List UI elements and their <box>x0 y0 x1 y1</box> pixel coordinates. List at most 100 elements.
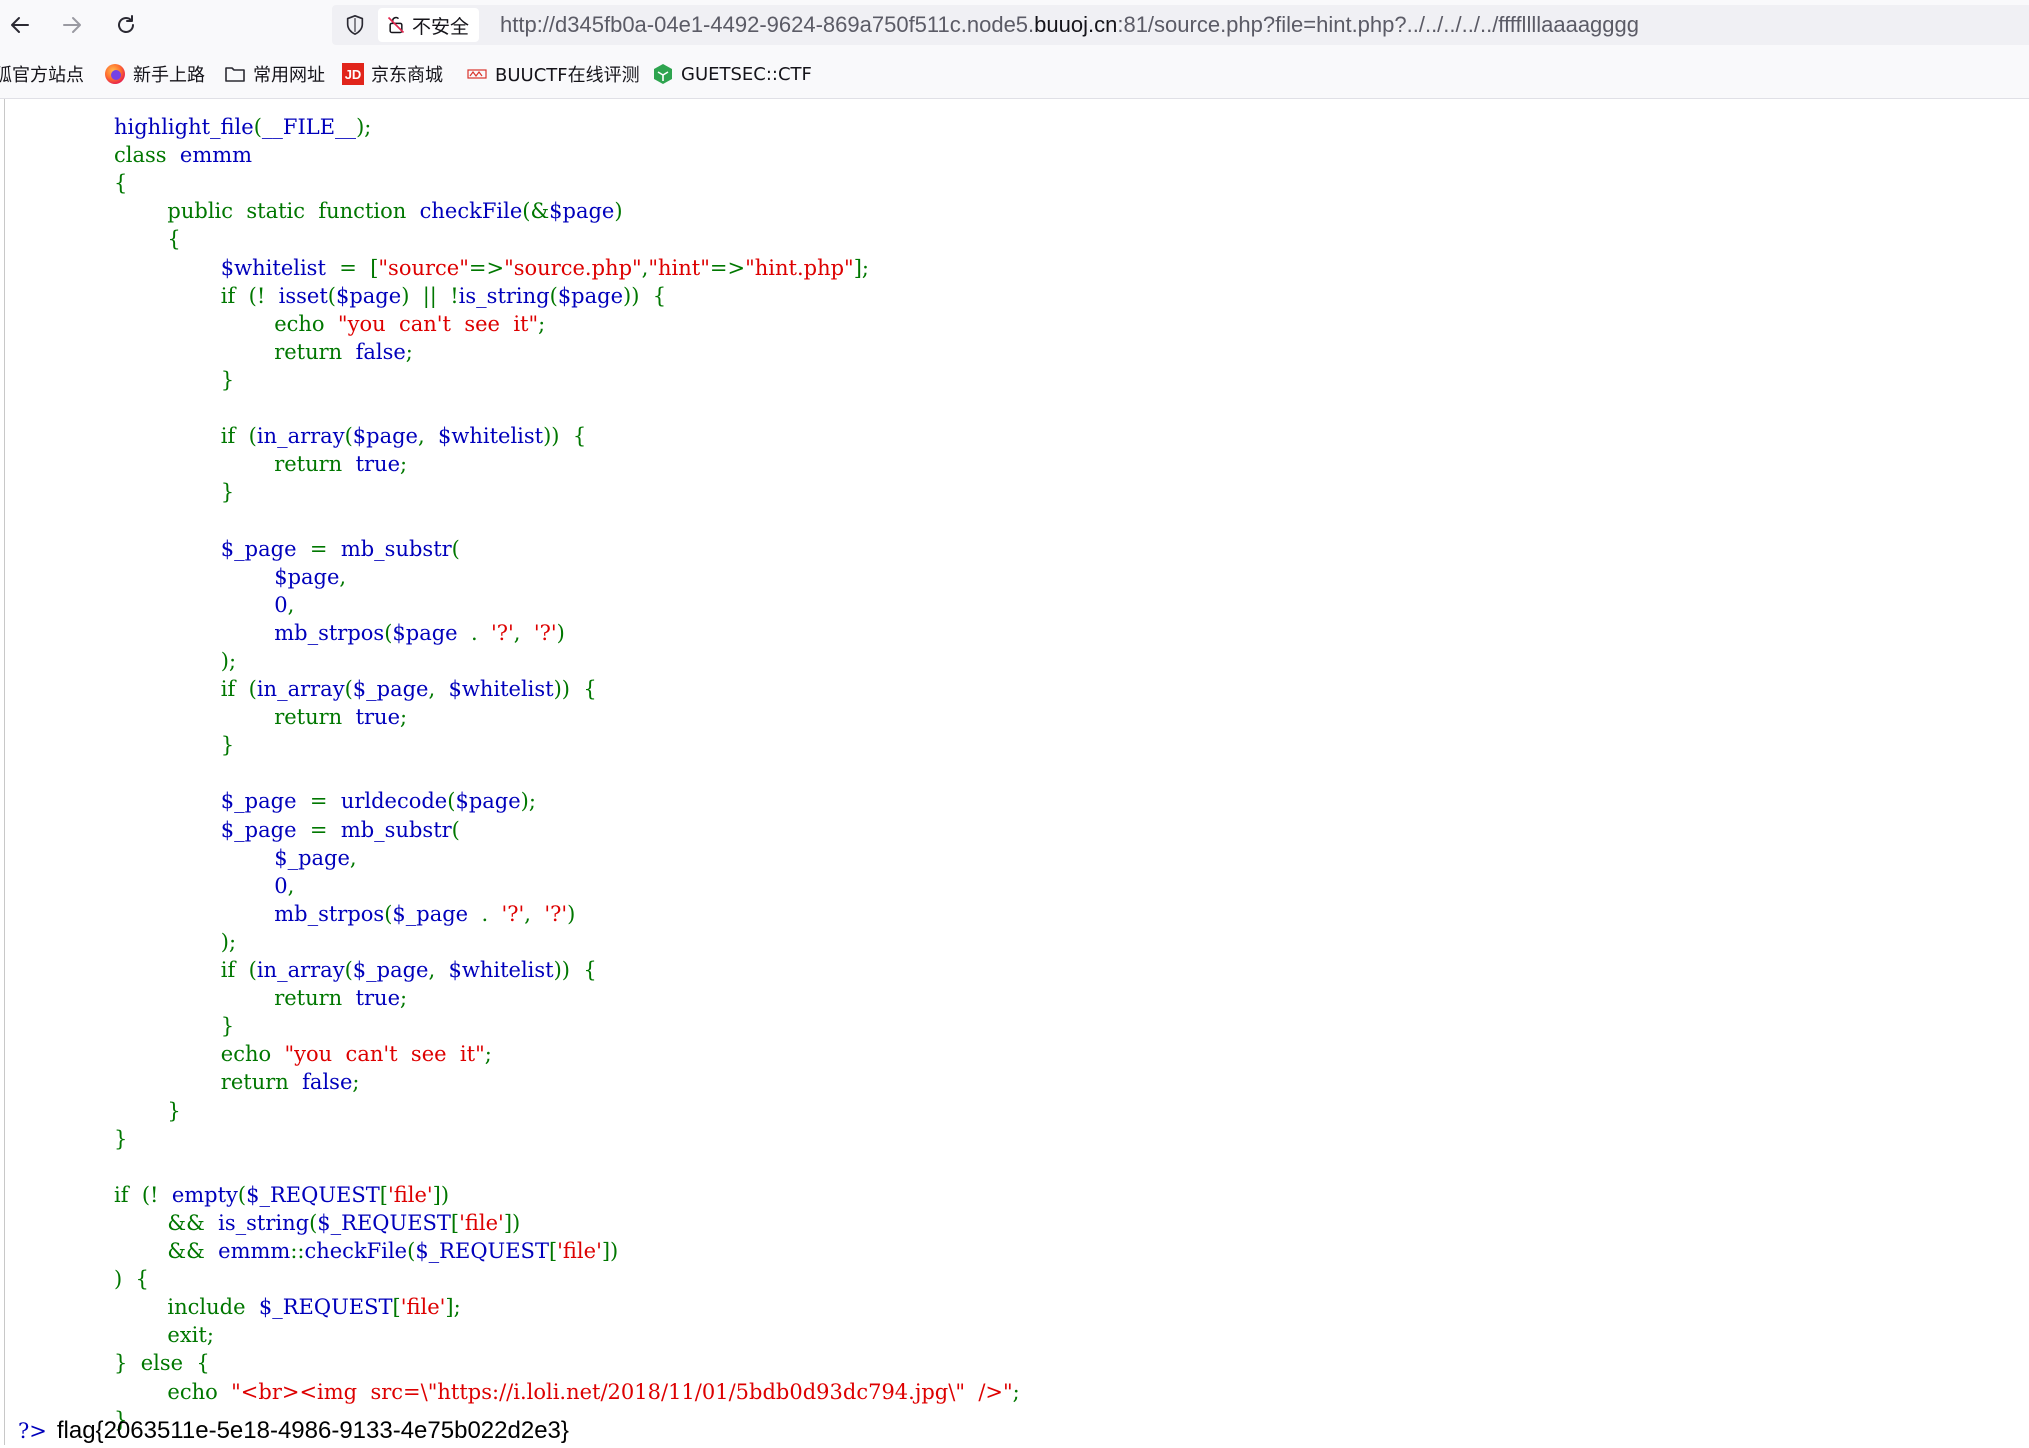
code-token: ); <box>114 648 237 673</box>
code-token: , <box>339 564 347 589</box>
code-token: } <box>114 1098 181 1123</box>
code-line: highlight_file(__FILE__); <box>114 113 371 141</box>
code-token: "hint" <box>648 255 710 280</box>
url-prefix: http://d345fb0a-04e1-4492-9624-869a750f5… <box>500 12 1035 37</box>
flag-text: flag{2063511e-5e18-4986-9133-4e75b022d2e… <box>56 1417 569 1444</box>
bookmark-item[interactable]: JD 京东商城 <box>342 62 443 86</box>
bookmark-label: 新手上路 <box>133 65 205 86</box>
code-line: echo "<br><img src=\"https://i.loli.net/… <box>114 1378 1020 1406</box>
code-token: false <box>302 1070 353 1095</box>
code-token: if (! <box>114 1182 172 1207</box>
code-token: mb_strpos <box>114 901 385 926</box>
bookmark-item[interactable]: GUETSEC::CTF <box>652 62 812 86</box>
page-content: highlight_file(__FILE__); class emmm{ pub… <box>0 99 2029 1445</box>
code-line: } <box>114 731 234 759</box>
site-security-indicator[interactable]: 不安全 <box>378 8 480 42</box>
code-line: 0, <box>114 591 294 619</box>
code-token: ) { <box>114 1267 149 1292</box>
code-token: ( <box>344 958 353 982</box>
code-line: if (! isset($page) || !is_string($page))… <box>114 282 666 310</box>
code-line: } <box>114 1097 181 1125</box>
back-button[interactable] <box>4 9 36 41</box>
code-token: mb_substr <box>340 817 452 842</box>
code-token: $_page <box>352 677 429 701</box>
firefox-icon <box>104 63 126 85</box>
code-line: $_page = mb_substr( <box>114 816 460 844</box>
code-token: emmm <box>166 143 253 168</box>
code-token: , <box>428 958 449 982</box>
reload-icon <box>118 15 134 33</box>
code-token: . <box>481 901 502 926</box>
code-token: '?' <box>533 620 557 645</box>
tracking-protection-shield-icon[interactable] <box>344 14 366 36</box>
buuctf-logo-icon <box>466 63 488 85</box>
url-text[interactable]: http://d345fb0a-04e1-4492-9624-869a750f5… <box>500 5 1639 45</box>
code-token: ( <box>451 536 460 561</box>
code-line: $_page, <box>114 844 357 872</box>
code-line: $whitelist = ["source"=>"source.php","hi… <box>114 254 869 282</box>
code-token: ; <box>484 1042 492 1067</box>
code-token: mb_substr <box>340 536 452 561</box>
code-token: ); <box>520 789 536 814</box>
code-line: return false; <box>114 1068 360 1096</box>
code-line: public static function checkFile(&$page) <box>114 197 622 225</box>
code-line: } else { <box>114 1349 210 1377</box>
code-line: echo "you can't see it"; <box>114 1040 492 1068</box>
url-suffix: :81/source.php?file=hint.php?../../../..… <box>1117 12 1639 37</box>
code-token: ( <box>451 817 460 842</box>
code-token: class <box>114 143 167 168</box>
code-token: , <box>349 845 357 870</box>
code-token: 0 <box>114 592 288 617</box>
code-token: $page <box>114 564 340 589</box>
code-line: } <box>114 366 234 394</box>
code-token: ; <box>1012 1379 1020 1404</box>
code-token: checkFile <box>304 1239 408 1263</box>
code-token: ]; <box>445 1295 461 1320</box>
code-token: , <box>428 677 449 701</box>
code-token: $_page <box>114 817 310 842</box>
code-token: "you can't see it" <box>337 311 539 336</box>
code-token: public static function <box>114 199 420 224</box>
jd-logo-icon: JD <box>342 63 364 85</box>
code-token: in_array <box>256 677 345 701</box>
code-line: && is_string($_REQUEST['file']) <box>114 1209 520 1237</box>
code-token: true <box>355 452 400 477</box>
code-token: )) { <box>623 283 667 308</box>
code-token: $whitelist <box>448 958 554 982</box>
php-close-tag: ?> <box>18 1419 47 1443</box>
bookmark-item[interactable]: 狐官方站点 <box>0 62 84 86</box>
bookmark-item[interactable]: BUUCTF在线评测 <box>466 62 640 86</box>
guetsec-logo-icon <box>652 63 674 85</box>
code-token: return <box>114 1070 303 1095</box>
bookmark-folder[interactable]: 常用网址 <box>224 62 325 86</box>
code-token: , <box>524 901 545 926</box>
code-token: ( <box>237 1182 247 1207</box>
code-token: if ( <box>114 958 257 982</box>
bookmark-item[interactable]: 新手上路 <box>104 62 205 86</box>
code-token: $page <box>352 424 418 449</box>
code-token: ]) <box>503 1210 521 1235</box>
code-token: ; <box>405 339 413 364</box>
code-token: if (! <box>114 283 279 308</box>
forward-button[interactable] <box>56 9 88 41</box>
code-token: $_page <box>392 901 482 926</box>
code-line: 0, <box>114 872 294 900</box>
code-token: true <box>355 705 400 730</box>
code-line: && emmm::checkFile($_REQUEST['file']) <box>114 1237 618 1265</box>
code-token: $_page <box>352 958 429 982</box>
code-token: ) <box>556 620 565 645</box>
code-token: ; <box>400 986 408 1011</box>
reload-button[interactable] <box>110 9 142 41</box>
code-line: mb_strpos($page . '?', '?') <box>114 619 565 647</box>
code-line: return true; <box>114 984 407 1012</box>
url-bar[interactable]: 不安全 http://d345fb0a-04e1-4492-9624-869a7… <box>332 5 2029 45</box>
code-line: if (in_array($page, $whitelist)) { <box>114 422 586 450</box>
code-token: ( <box>327 283 336 308</box>
security-label: 不安全 <box>412 15 470 38</box>
code-token: } <box>114 1126 128 1151</box>
code-token: && <box>114 1239 219 1263</box>
code-token: is_string <box>458 283 550 308</box>
code-token: )) { <box>553 958 597 982</box>
code-token: "hint.php" <box>745 255 854 280</box>
code-token: } <box>114 480 235 505</box>
